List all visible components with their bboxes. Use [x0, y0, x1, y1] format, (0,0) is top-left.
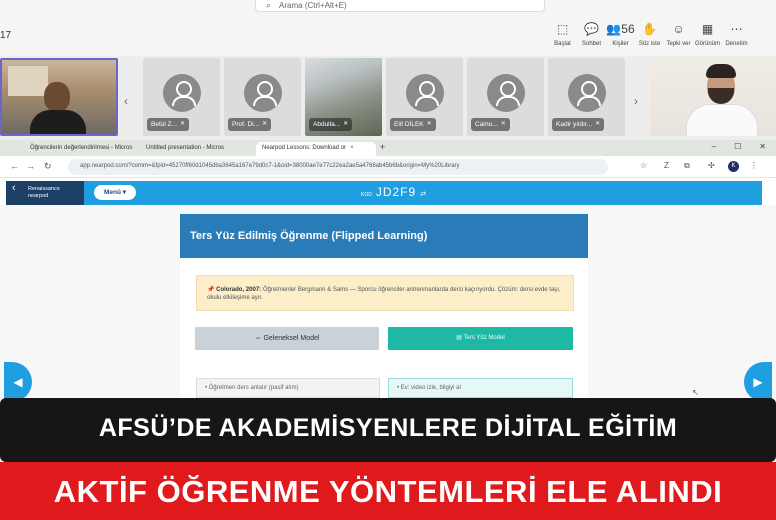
participant-head: [44, 82, 70, 112]
view-button[interactable]: ▦ Görünüm: [693, 22, 722, 47]
more-icon: ⋯: [730, 22, 743, 36]
participant-strip: ‹ Betül Z... ✕ Prof. Di... ✕ Abdulla... ✕ E…: [0, 56, 776, 140]
extension-icon[interactable]: ⧉: [684, 161, 690, 171]
participant-tile[interactable]: Camu... ✕: [467, 58, 544, 136]
participant-tile[interactable]: Elif DİLEK ✕: [386, 58, 463, 136]
participant-name: Camu...: [475, 121, 498, 128]
participant-name: Betül Z...: [151, 121, 178, 128]
maximize-icon[interactable]: ☐: [734, 142, 741, 151]
flipped-card: • Ev: video izle, bilgiyi al: [388, 378, 573, 398]
mic-off-icon: ✕: [343, 121, 349, 127]
raise-hand-icon: ✋: [642, 22, 657, 36]
chat-icon: 💬: [584, 22, 599, 36]
avatar-icon: [406, 74, 444, 112]
avatar-icon: [244, 74, 282, 112]
triangle-right-icon: ▶: [753, 375, 763, 389]
window-background: [8, 66, 48, 96]
participant-body: [686, 104, 758, 136]
mic-off-icon: ✕: [426, 121, 432, 127]
menu-dots-icon[interactable]: ⋮: [750, 161, 758, 170]
browser-tab-active[interactable]: Nearpod Lessons: Download or ×: [256, 142, 376, 156]
forward-icon[interactable]: →: [26, 161, 35, 171]
participant-name: Prof. Di...: [232, 121, 260, 128]
mic-off-icon: ✕: [180, 121, 186, 127]
more-button[interactable]: ⋯ Denetim: [722, 22, 751, 47]
browser-tab[interactable]: Öğrencilerin değerlendirilmesi - Micros: [24, 142, 138, 156]
nearpod-header: ‹ Renaissance nearpod Menü ▾ KOD JD2F9 ⇄: [6, 181, 762, 205]
reload-icon[interactable]: ↻: [44, 161, 52, 172]
participant-tile[interactable]: Kadir yıldır... ✕: [548, 58, 625, 136]
share-code-icon[interactable]: ⇄: [420, 190, 426, 198]
profile-avatar[interactable]: K: [728, 161, 739, 172]
people-icon: 👥56: [606, 22, 635, 36]
raise-hand-button[interactable]: ✋ Söz iste: [635, 22, 664, 47]
slide-title: Ters Yüz Edilmiş Öğrenme (Flipped Learni…: [180, 214, 588, 258]
new-tab-icon[interactable]: +: [380, 142, 385, 152]
extension-icon[interactable]: Z: [664, 161, 669, 170]
view-icon: ▦: [701, 22, 714, 36]
chevron-right-icon[interactable]: ›: [634, 94, 638, 108]
avatar-icon: [163, 74, 201, 112]
minimize-icon[interactable]: –: [712, 142, 716, 151]
people-button[interactable]: 👥56 Kişiler: [606, 22, 635, 47]
meeting-actions: ⬚ Başlat 💬 Sohbet 👥56 Kişiler ✋ Söz iste ☺ Te…: [548, 22, 751, 47]
triangle-left-icon: ◀: [13, 375, 23, 389]
nearpod-logo: ‹ Renaissance nearpod: [6, 181, 84, 205]
react-icon: ☺: [672, 22, 685, 36]
puzzle-icon[interactable]: ✣: [708, 161, 715, 170]
headline-banner-bottom: AKTİF ÖĞRENME YÖNTEMLERİ ELE ALINDI: [0, 462, 776, 520]
participant-name: Kadir yıldır...: [556, 121, 593, 128]
headline-line-1: AFSÜ’DE AKADEMİSYENLERE DİJİTAL EĞİTİM: [98, 414, 678, 442]
react-button[interactable]: ☺ Tepki ver: [664, 22, 693, 47]
participant-tile[interactable]: Abdulla... ✕: [305, 58, 382, 136]
participant-body: [30, 110, 86, 134]
chat-button[interactable]: 💬 Sohbet: [577, 22, 606, 47]
back-arrow-icon[interactable]: ‹: [12, 183, 16, 194]
tab-strip: Öğrencilerin değerlendirilmesi - Micros …: [0, 140, 776, 156]
url-field[interactable]: app.nearpod.com/?comm=&fpid=45270ff60d10…: [68, 159, 608, 175]
search-icon: ⌕: [266, 0, 272, 10]
pin-icon: 📌: [207, 287, 217, 293]
window-controls: – ☐ ✕: [712, 142, 766, 151]
share-button[interactable]: ⬚ Başlat: [548, 22, 577, 47]
browser-tab[interactable]: Untitled presentation - Micros: [140, 142, 254, 156]
traditional-card: • Öğretmen ders anlatır (pasif alım): [196, 378, 380, 398]
meeting-toolbar: ⌕ Arama (Ctrl+Alt+E) 17 ⬚ Başlat 💬 Sohbet 👥…: [0, 0, 776, 56]
star-icon[interactable]: ☆: [640, 161, 647, 170]
headline-line-2: AKTİF ÖĞRENME YÖNTEMLERİ ELE ALINDI: [53, 474, 723, 509]
participant-video-left[interactable]: [0, 58, 118, 136]
screenshot: ⌕ Arama (Ctrl+Alt+E) 17 ⬚ Başlat 💬 Sohbet 👥…: [0, 0, 776, 520]
search-input[interactable]: ⌕ Arama (Ctrl+Alt+E): [255, 0, 545, 12]
share-screen-icon: ⬚: [556, 22, 569, 36]
mic-off-icon: ✕: [262, 121, 268, 127]
headline-banner-top: AFSÜ’DE AKADEMİSYENLERE DİJİTAL EĞİTİM: [0, 398, 776, 462]
participant-video-right[interactable]: [650, 58, 776, 136]
participant-hair: [706, 64, 736, 78]
menu-button[interactable]: Menü ▾: [94, 185, 137, 200]
participant-tile[interactable]: Prof. Di... ✕: [224, 58, 301, 136]
participant-beard: [708, 88, 734, 104]
avatar-icon: [568, 74, 606, 112]
flipped-model-button[interactable]: ▤ Ters Yüz Model: [388, 327, 573, 350]
info-note: 📌 Colorado, 2007: Öğretmenler Bergmann &…: [196, 275, 574, 311]
participant-name: Abdulla...: [313, 121, 341, 128]
close-window-icon[interactable]: ✕: [759, 142, 766, 151]
mic-off-icon: ✕: [500, 121, 506, 127]
mouse-cursor-icon: ↖: [692, 388, 699, 397]
session-code: KOD JD2F9 ⇄: [361, 185, 427, 199]
close-icon[interactable]: ×: [350, 145, 354, 153]
participant-name: Elif DİLEK: [394, 121, 424, 128]
chevron-left-icon[interactable]: ‹: [124, 94, 128, 108]
traditional-model-button[interactable]: ⇔ Geleneksel Model: [195, 327, 379, 350]
mic-off-icon: ✕: [595, 121, 601, 127]
participant-tile[interactable]: Betül Z... ✕: [143, 58, 220, 136]
address-bar-row: ← → ↻ app.nearpod.com/?comm=&fpid=45270f…: [0, 156, 776, 178]
meeting-timer: 17: [0, 30, 12, 41]
back-icon[interactable]: ←: [10, 161, 19, 171]
avatar-icon: [487, 74, 525, 112]
